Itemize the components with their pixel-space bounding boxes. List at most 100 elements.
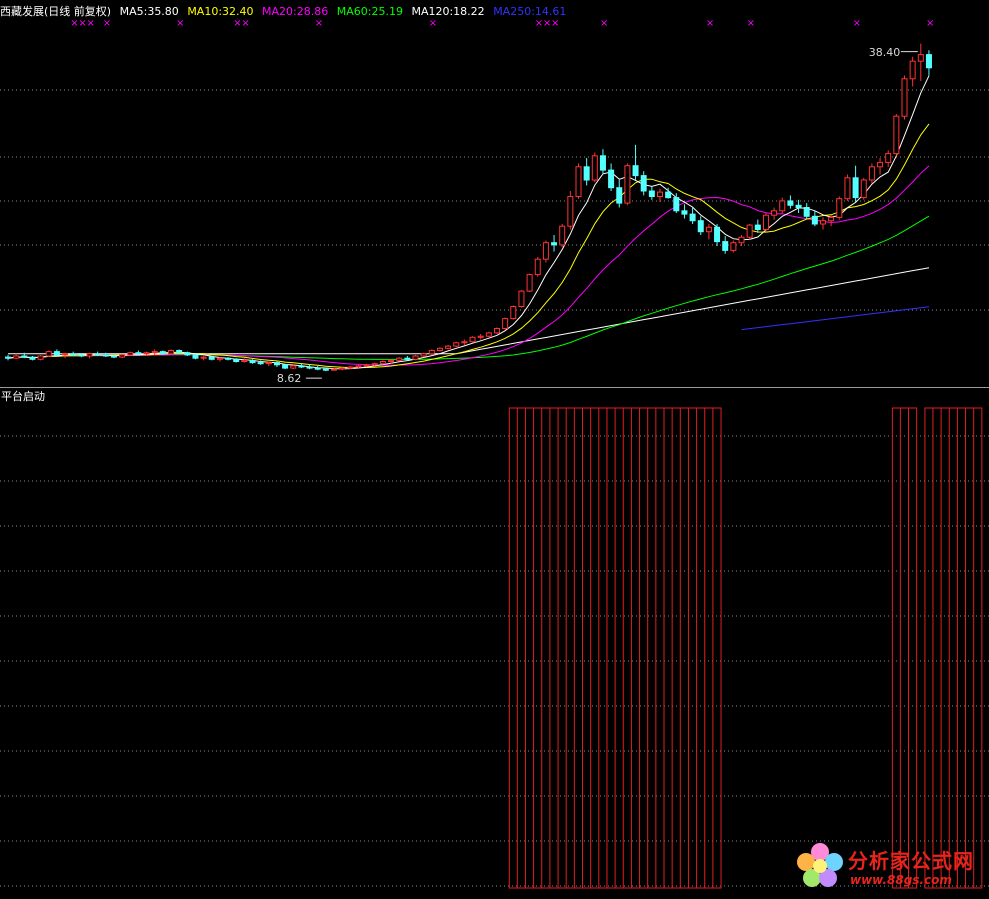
candle-down: [102, 354, 109, 357]
candle-down: [70, 353, 77, 356]
signal-marker: ×: [315, 18, 323, 29]
candle-up: [200, 356, 207, 359]
flower-logo-icon: [797, 843, 843, 887]
candle-down: [673, 197, 680, 212]
watermark-title: 分析家公式网: [848, 849, 974, 873]
candle-up: [510, 306, 517, 320]
candle-up: [877, 161, 884, 168]
candle-up: [469, 336, 476, 343]
candle-down: [616, 187, 623, 204]
candle-up: [290, 365, 297, 369]
signal-marker: ×: [70, 18, 78, 29]
signal-marker: ×: [78, 18, 86, 29]
candle-down: [273, 362, 280, 366]
candle-up: [371, 363, 378, 366]
candle-up: [62, 353, 69, 356]
candle-up: [485, 332, 492, 337]
candle-up: [746, 224, 753, 238]
candle-up: [388, 359, 395, 362]
candle-down: [322, 368, 329, 371]
signal-marker: ×: [233, 18, 241, 29]
signal-marker: ×: [241, 18, 249, 29]
candle-down: [110, 355, 117, 358]
candle-down: [53, 351, 60, 356]
candle-up: [901, 78, 908, 117]
signal-marker: ×: [176, 18, 184, 29]
candle-up: [355, 365, 362, 368]
candle-down: [665, 191, 672, 199]
candle-down: [5, 356, 11, 359]
candle-up: [445, 345, 452, 349]
signal-marker: ×: [706, 18, 714, 29]
candle-down: [249, 359, 256, 364]
candle-down: [192, 354, 199, 359]
candle-down: [583, 166, 590, 181]
candle-up: [738, 236, 745, 244]
candle-up: [868, 166, 875, 181]
candle-up: [559, 225, 566, 246]
high-price-label: 38.40: [868, 45, 901, 59]
candle-down: [648, 190, 655, 197]
candle-up: [771, 210, 778, 216]
candle-up: [860, 179, 867, 199]
candle-up: [420, 353, 427, 357]
candle-up: [363, 364, 370, 367]
candle-down: [632, 165, 639, 177]
candle-down: [795, 204, 802, 209]
candle-up: [502, 318, 509, 330]
candle-down: [599, 155, 606, 171]
candle-down: [787, 200, 794, 206]
candle-up: [339, 367, 346, 370]
candle-down: [176, 350, 183, 354]
ma250-line: [741, 306, 930, 331]
candle-up: [534, 258, 541, 276]
candle-up: [542, 242, 549, 260]
candle-down: [78, 354, 85, 357]
candle-down: [754, 224, 761, 231]
signal-marker: ×: [853, 18, 861, 29]
candle-up: [779, 200, 786, 212]
candle-up: [762, 214, 769, 230]
candle-up: [893, 115, 900, 155]
candle-down: [640, 175, 647, 192]
candle-down: [551, 242, 558, 246]
candle-up: [844, 177, 851, 200]
candle-up: [143, 352, 150, 355]
candle-up: [477, 335, 484, 338]
candle-up: [909, 60, 916, 80]
candle-up: [347, 366, 354, 369]
signal-marker: ×: [429, 18, 437, 29]
candle-up: [567, 196, 574, 227]
candle-down: [714, 226, 721, 243]
candle-up: [379, 361, 386, 365]
candle-up: [836, 198, 843, 218]
signal-marker: ×: [87, 18, 95, 29]
candle-down: [689, 213, 696, 222]
candle-down: [314, 367, 321, 370]
candle-down: [298, 365, 305, 368]
signal-marker: ×: [535, 18, 543, 29]
candle-up: [45, 351, 52, 357]
signal-marker: ×: [747, 18, 755, 29]
ma10-line: [7, 123, 930, 369]
candle-down: [225, 357, 232, 360]
ma120-line: [8, 267, 930, 355]
candle-up: [331, 368, 337, 371]
candle-down: [233, 358, 240, 362]
candle-up: [13, 355, 20, 359]
signal-marker: ×: [926, 18, 934, 29]
candle-down: [681, 210, 688, 215]
candle-up: [265, 362, 272, 365]
candle-up: [86, 353, 93, 357]
candle-up: [730, 242, 737, 251]
candle-up: [241, 359, 248, 362]
indicator-chart[interactable]: [0, 388, 989, 895]
signal-marker: ×: [543, 18, 551, 29]
price-chart[interactable]: × × × × × × × × × × × × × × × × ×: [0, 0, 989, 387]
candle-down: [697, 220, 704, 233]
candle-down: [811, 215, 818, 225]
candle-up: [917, 54, 924, 62]
candle-up: [37, 355, 44, 360]
low-price-label: 8.62: [276, 372, 302, 386]
candle-down: [404, 357, 411, 360]
